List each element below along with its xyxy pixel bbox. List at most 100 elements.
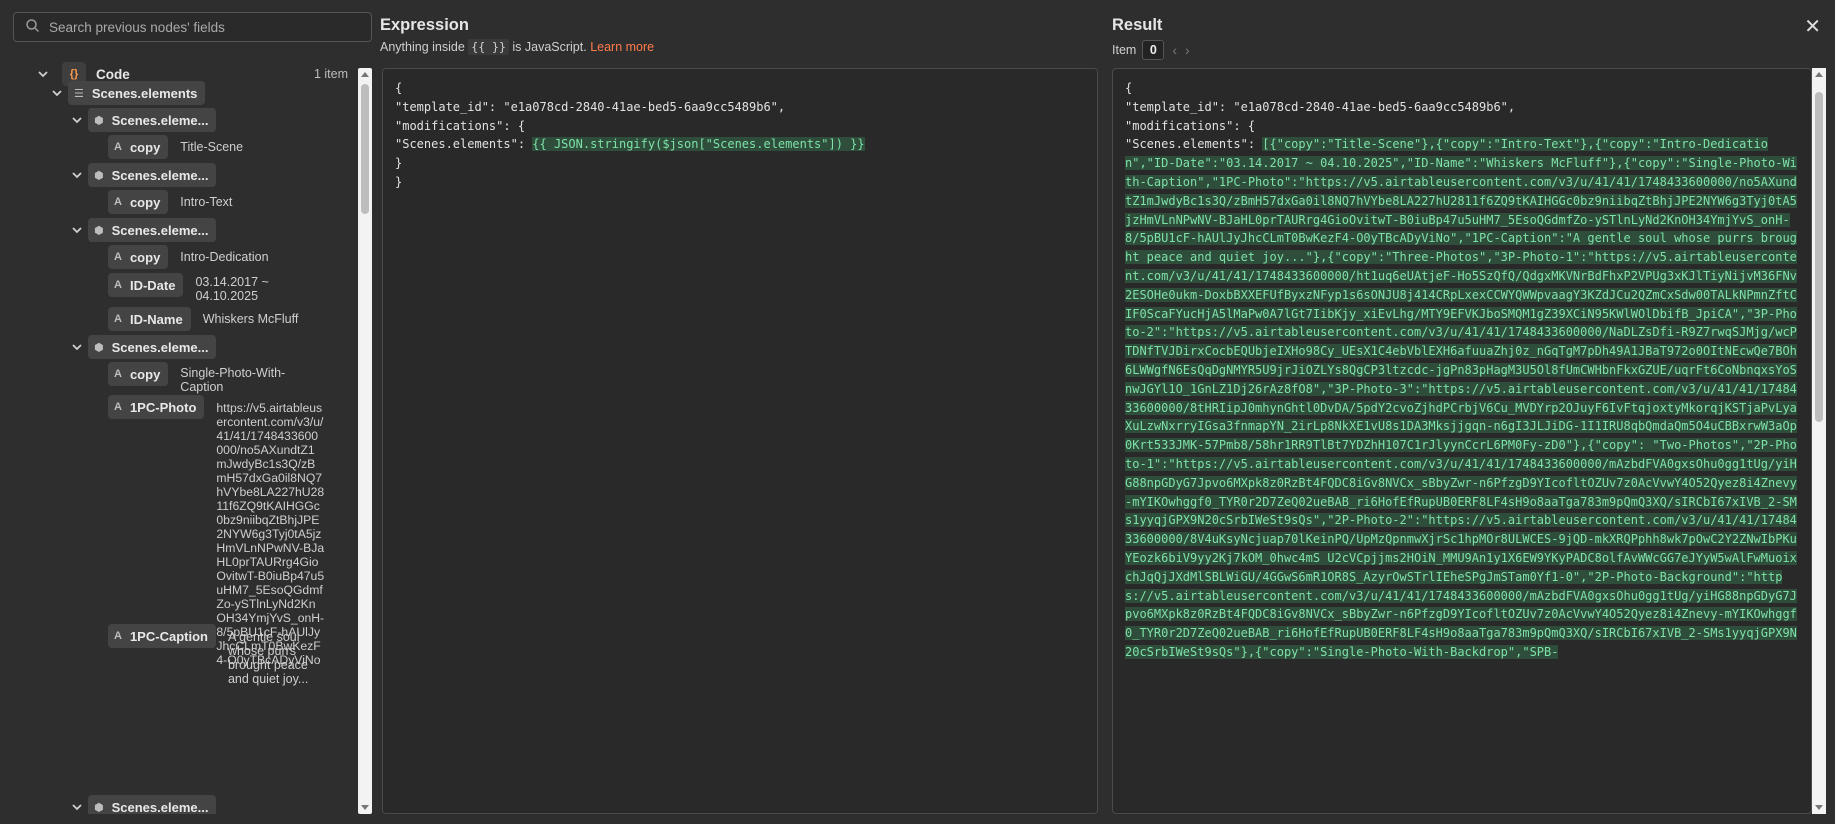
field-pill[interactable]: A ID-Name bbox=[108, 307, 191, 331]
field-value: 03.14.2017 ~ 04.10.2025 bbox=[195, 275, 269, 303]
expression-editor[interactable]: { "template_id": "e1a078cd-2840-41ae-bed5… bbox=[382, 68, 1098, 814]
field-name: 1PC-Photo bbox=[129, 399, 197, 415]
tree-row-field[interactable]: Acopy Title-Scene bbox=[108, 135, 243, 159]
text-type-icon: A bbox=[114, 251, 122, 263]
code-text: "Scenes.elements": bbox=[395, 137, 533, 152]
code-line: "template_id": "e1a078cd-2840-41ae-bed5-… bbox=[395, 99, 786, 114]
tree-row-field[interactable]: Acopy Intro-Text bbox=[108, 190, 232, 214]
field-pill[interactable]: A 1PC-Caption bbox=[108, 624, 216, 648]
field-name: Scenes.eleme... bbox=[111, 339, 209, 355]
close-icon[interactable]: ✕ bbox=[1804, 14, 1821, 39]
tree-row-element[interactable]: ⬢ Scenes.eleme... bbox=[72, 163, 217, 187]
search-input[interactable] bbox=[49, 19, 349, 35]
field-value: A gentle soul whose purrs brought peace … bbox=[227, 630, 309, 686]
chevron-down-icon[interactable] bbox=[72, 342, 82, 352]
result-line: { bbox=[1125, 81, 1133, 95]
field-pill[interactable]: ⬢ Scenes.eleme... bbox=[88, 218, 217, 242]
chevron-down-icon[interactable] bbox=[38, 69, 48, 79]
chevron-down-icon[interactable] bbox=[52, 88, 62, 98]
expression-hint: Anything inside {{ }} is JavaScript. Lea… bbox=[380, 39, 654, 55]
code-node-label: Code bbox=[96, 66, 130, 82]
input-panel: {} Code 1 item ☰Scenes.elements ⬢Scenes.… bbox=[0, 0, 376, 824]
tree-row-element[interactable]: ⬢ Scenes.eleme... bbox=[72, 795, 217, 815]
text-type-icon: A bbox=[114, 141, 122, 153]
field-name: Scenes.eleme... bbox=[111, 799, 209, 815]
chevron-left-icon[interactable]: ‹ bbox=[1172, 42, 1177, 58]
tree-row-field[interactable]: Acopy Single-Photo-With-Caption bbox=[108, 362, 300, 394]
field-pill[interactable]: ⬢ Scenes.eleme... bbox=[88, 108, 217, 132]
result-line: "template_id": "e1a078cd-2840-41ae-bed5-… bbox=[1125, 99, 1516, 114]
code-line: } bbox=[395, 174, 403, 189]
field-value: Intro-Dedication bbox=[180, 250, 269, 264]
field-value: Single-Photo-With-Caption bbox=[180, 366, 286, 394]
right-scrollbar[interactable] bbox=[1812, 68, 1826, 814]
field-pill[interactable]: ☰ Scenes.elements bbox=[68, 81, 206, 105]
code-line: "Scenes.elements": {{ JSON.stringify($js… bbox=[395, 135, 1085, 154]
chevron-right-icon[interactable]: › bbox=[1185, 42, 1190, 58]
field-name: Scenes.eleme... bbox=[111, 222, 209, 238]
scroll-up-arrow-icon[interactable] bbox=[1815, 72, 1823, 77]
field-pill[interactable]: ⬢ Scenes.eleme... bbox=[88, 335, 217, 359]
code-line: "modifications": { bbox=[395, 118, 526, 133]
tree-row-element[interactable]: ⬢ Scenes.eleme... bbox=[72, 218, 217, 242]
chevron-down-icon[interactable] bbox=[72, 225, 82, 235]
field-pill[interactable]: Acopy bbox=[108, 245, 169, 269]
search-icon bbox=[26, 19, 40, 35]
field-pill[interactable]: Acopy bbox=[108, 135, 169, 159]
tree-row-field[interactable]: A ID-Date 03.14.2017 ~ 04.10.2025 bbox=[108, 273, 275, 303]
result-title: Result bbox=[1112, 16, 1163, 34]
item-count: 1 item bbox=[313, 67, 348, 81]
field-name: copy bbox=[129, 366, 161, 382]
expression-editor-modal: {} Code 1 item ☰ Scenes.elements ⬢ Scenes.… bbox=[0, 0, 1835, 824]
cube-icon: ⬢ bbox=[94, 114, 104, 127]
result-panel: Result Item 0 ‹ › ✕ { "template_id": "e1… bbox=[1112, 0, 1835, 824]
field-name: 1PC-Caption bbox=[129, 628, 208, 644]
scroll-up-arrow-icon[interactable] bbox=[361, 72, 369, 77]
field-pill[interactable]: A 1PC-Photo bbox=[108, 395, 205, 419]
tree-row-field[interactable]: A ID-Name Whiskers McFluff bbox=[108, 307, 298, 331]
chevron-down-icon[interactable] bbox=[72, 115, 82, 125]
field-name: ID-Date bbox=[129, 277, 176, 293]
scroll-down-arrow-icon[interactable] bbox=[1815, 805, 1823, 810]
hint-text: Anything inside bbox=[380, 40, 465, 54]
field-pill[interactable]: ⬢ Scenes.eleme... bbox=[88, 795, 217, 815]
tree-row-field[interactable]: Acopy Intro-Dedication bbox=[108, 245, 269, 269]
item-selector: Item 0 ‹ › bbox=[1112, 40, 1190, 60]
field-name: copy bbox=[129, 194, 161, 210]
scrollbar-thumb[interactable] bbox=[1815, 92, 1823, 422]
cube-icon: ⬢ bbox=[94, 224, 104, 237]
result-output: { "template_id": "e1a078cd-2840-41ae-bed… bbox=[1112, 68, 1812, 814]
field-name: ID-Name bbox=[129, 311, 183, 327]
code-line: { bbox=[395, 81, 403, 95]
scrollbar-thumb[interactable] bbox=[361, 84, 369, 214]
chevron-down-icon[interactable] bbox=[72, 170, 82, 180]
result-line: "Scenes.elements": [{"copy":"Title-Scene… bbox=[1125, 135, 1799, 661]
result-key: "Scenes.elements": bbox=[1125, 137, 1263, 152]
field-name: Scenes.eleme... bbox=[111, 167, 209, 183]
tree-row-field[interactable]: A 1PC-Caption A gentle soul whose purrs b… bbox=[108, 624, 323, 686]
expression-panel: Expression Anything inside {{ }} is Java… bbox=[380, 0, 1100, 824]
tree-row-element[interactable]: ⬢ Scenes.eleme... bbox=[72, 108, 217, 132]
chevron-down-icon[interactable] bbox=[72, 802, 82, 812]
field-pill[interactable]: ⬢ Scenes.eleme... bbox=[88, 163, 217, 187]
field-pill[interactable]: A ID-Date bbox=[108, 273, 184, 297]
cube-icon: ⬢ bbox=[94, 341, 104, 354]
field-value: Whiskers McFluff bbox=[202, 312, 299, 326]
text-type-icon: A bbox=[114, 630, 122, 642]
field-pill[interactable]: Acopy bbox=[108, 362, 169, 386]
field-pill[interactable]: Acopy bbox=[108, 190, 169, 214]
learn-more-link[interactable]: Learn more bbox=[590, 40, 654, 54]
expression-title: Expression bbox=[380, 16, 469, 34]
text-type-icon: A bbox=[114, 368, 122, 380]
cube-icon: ⬢ bbox=[94, 169, 104, 182]
left-scrollbar[interactable] bbox=[358, 68, 372, 814]
result-value-highlight: [{"copy":"Title-Scene"},{"copy":"Intro-T… bbox=[1125, 137, 1797, 659]
tree-row-element[interactable]: ⬢ Scenes.eleme... bbox=[72, 335, 217, 359]
search-field[interactable] bbox=[13, 12, 372, 42]
tree-row-scenes-elements[interactable]: ☰ Scenes.elements bbox=[52, 81, 206, 105]
scroll-down-arrow-icon[interactable] bbox=[361, 805, 369, 810]
field-name: Scenes.eleme... bbox=[111, 112, 209, 128]
item-index-input[interactable]: 0 bbox=[1142, 40, 1165, 60]
field-tree: {} Code 1 item ☰ Scenes.elements ⬢ Scenes.… bbox=[0, 56, 358, 814]
result-line: "modifications": { bbox=[1125, 118, 1256, 133]
